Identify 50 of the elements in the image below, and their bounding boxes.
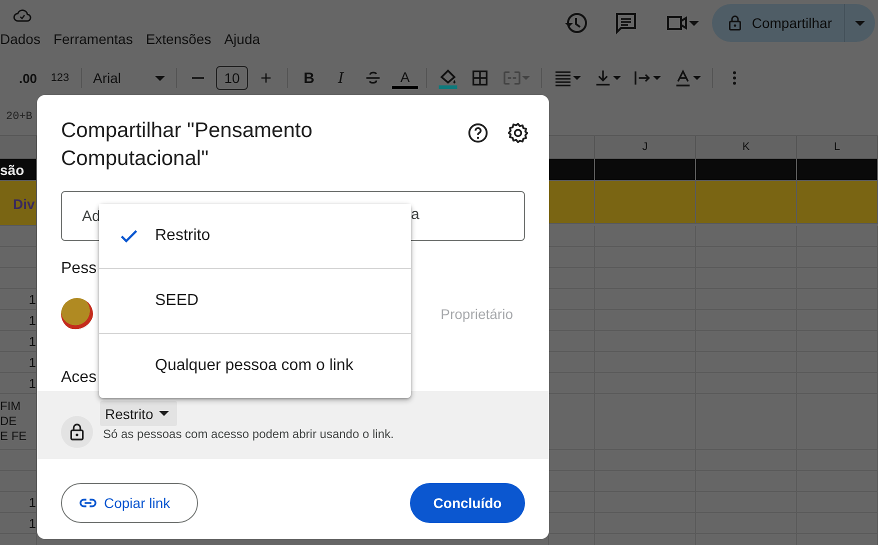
caret-icon bbox=[522, 76, 530, 80]
caret-icon bbox=[155, 76, 165, 80]
minus-icon bbox=[192, 77, 204, 79]
caret-icon bbox=[573, 76, 581, 80]
decimal-button[interactable]: .00 bbox=[12, 64, 44, 92]
history-icon bbox=[564, 11, 588, 35]
placeholder-text: a bbox=[411, 206, 420, 224]
done-button[interactable]: Concluído bbox=[410, 483, 525, 523]
borders-icon bbox=[470, 68, 490, 88]
column-header[interactable]: L bbox=[797, 136, 878, 159]
caret-icon bbox=[688, 20, 699, 26]
dialog-title: Compartilhar "Pensamento Computacional" bbox=[61, 118, 314, 172]
menu-option[interactable]: Restrito bbox=[99, 204, 411, 269]
caret-icon bbox=[855, 20, 865, 26]
avatar-placeholder bbox=[61, 298, 93, 330]
copy-link-button[interactable]: Copiar link bbox=[61, 483, 198, 523]
caret-icon bbox=[653, 76, 661, 80]
section-heading: Aces bbox=[61, 368, 98, 388]
caret-icon bbox=[693, 76, 701, 80]
formula-text: 20+B bbox=[6, 110, 32, 122]
comment-icon bbox=[614, 11, 638, 35]
menu-item[interactable]: Dados bbox=[0, 30, 48, 48]
section-heading: Pess bbox=[61, 259, 98, 279]
settings-icon bbox=[507, 122, 529, 144]
menu-item[interactable]: Ajuda bbox=[221, 30, 268, 48]
table-cell: Div bbox=[0, 181, 37, 226]
table-cell bbox=[549, 181, 595, 224]
number-format-button[interactable]: 123 bbox=[44, 64, 76, 92]
menu-item[interactable]: Ferramentas bbox=[50, 30, 141, 48]
column-header[interactable]: K bbox=[696, 136, 797, 159]
help-icon bbox=[467, 122, 489, 144]
menu-item[interactable]: Extensões bbox=[142, 30, 220, 48]
menu-option[interactable]: Qualquer pessoa com o link bbox=[99, 334, 411, 398]
settings-button[interactable] bbox=[505, 120, 531, 146]
access-description: Só as pessoas com acesso podem abrir usando o link. bbox=[103, 426, 394, 442]
role-text: Proprietário bbox=[440, 306, 513, 322]
table-cell bbox=[549, 159, 595, 181]
bold-button[interactable]: B bbox=[293, 64, 325, 92]
paint-bucket-icon bbox=[437, 67, 459, 89]
caret-icon bbox=[613, 76, 621, 80]
caret-icon bbox=[159, 411, 170, 416]
menu-option[interactable]: SEED bbox=[99, 269, 411, 334]
table-cell: são bbox=[0, 159, 37, 181]
italic-button[interactable]: I bbox=[325, 64, 357, 92]
access-dropdown[interactable]: Restrito bbox=[100, 401, 178, 426]
column-header[interactable]: J bbox=[595, 136, 696, 159]
font-dropdown[interactable]: Arial bbox=[87, 64, 171, 92]
text-color-button[interactable]: A bbox=[392, 67, 418, 89]
more-icon bbox=[732, 71, 736, 85]
font-size-field[interactable]: 10 bbox=[216, 66, 248, 90]
